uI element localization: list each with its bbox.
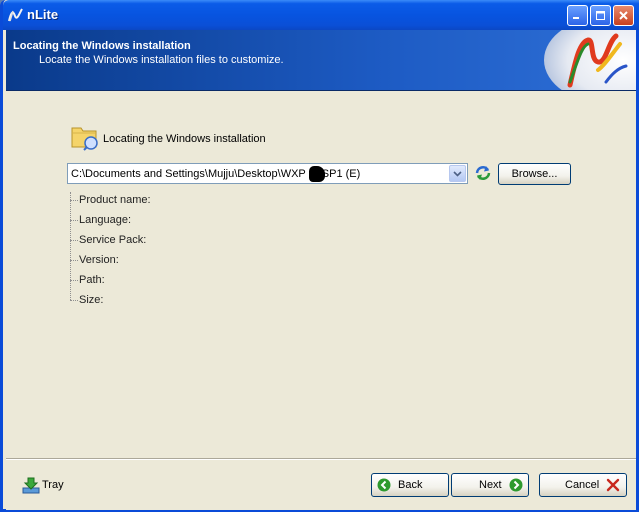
maximize-button[interactable] <box>590 5 611 26</box>
cancel-x-icon <box>606 478 620 492</box>
next-button-label: Next <box>479 479 502 491</box>
back-button[interactable]: Back <box>371 473 449 497</box>
browse-button-label: Browse... <box>511 168 558 180</box>
info-item-product-name: Product name: <box>70 191 270 211</box>
maximize-icon <box>596 11 605 20</box>
arrow-left-icon <box>377 478 391 492</box>
info-label: Language: <box>79 214 131 226</box>
minimize-button[interactable] <box>567 5 588 26</box>
minimize-icon <box>573 17 579 19</box>
close-icon <box>619 11 628 20</box>
close-button[interactable] <box>613 5 634 26</box>
header-subtitle: Locate the Windows installation files to… <box>39 54 284 66</box>
info-label: Service Pack: <box>79 234 147 246</box>
installation-path-combobox[interactable]: C:\Documents and Settings\Mujju\Desktop\… <box>67 163 468 184</box>
title-bar[interactable]: nLite <box>3 0 639 30</box>
info-item-language: Language: <box>70 211 270 231</box>
redaction-mark <box>309 166 325 182</box>
nlite-app-icon <box>8 8 23 22</box>
back-button-label: Back <box>398 479 423 491</box>
chevron-down-icon <box>453 170 462 177</box>
browse-button[interactable]: Browse... <box>498 163 571 185</box>
tray-arrow-icon <box>22 477 40 494</box>
refresh-icon[interactable] <box>474 164 492 182</box>
wizard-header: Locating the Windows installation Locate… <box>6 30 636 91</box>
path-text-right: SP1 (E) <box>321 168 361 180</box>
info-item-path: Path: <box>70 271 270 291</box>
nlite-window: nLite Locating the Windows installation … <box>0 0 639 512</box>
info-label: Size: <box>79 294 104 306</box>
arrow-right-icon <box>509 478 523 492</box>
header-title: Locating the Windows installation <box>13 40 191 52</box>
wizard-footer: Tray Back Next Cancel <box>6 458 636 510</box>
cancel-button-label: Cancel <box>565 479 600 491</box>
info-label: Path: <box>79 274 105 286</box>
info-label: Product name: <box>79 194 151 206</box>
window-title: nLite <box>27 7 59 22</box>
info-item-service-pack: Service Pack: <box>70 231 270 251</box>
tray-button[interactable]: Tray <box>22 476 82 494</box>
section-label: Locating the Windows installation <box>103 133 266 145</box>
info-label: Version: <box>79 254 119 266</box>
nlite-logo-icon <box>544 30 636 90</box>
next-button[interactable]: Next <box>451 473 529 497</box>
cancel-button[interactable]: Cancel <box>539 473 627 497</box>
folder-search-icon <box>71 127 98 151</box>
info-item-version: Version: <box>70 251 270 271</box>
tray-label: Tray <box>42 479 64 491</box>
info-item-size: Size: <box>70 291 270 311</box>
content-area: Locating the Windows installation C:\Doc… <box>6 91 636 457</box>
dropdown-button[interactable] <box>449 165 466 182</box>
path-text-left: C:\Documents and Settings\Mujju\Desktop\… <box>71 168 306 180</box>
